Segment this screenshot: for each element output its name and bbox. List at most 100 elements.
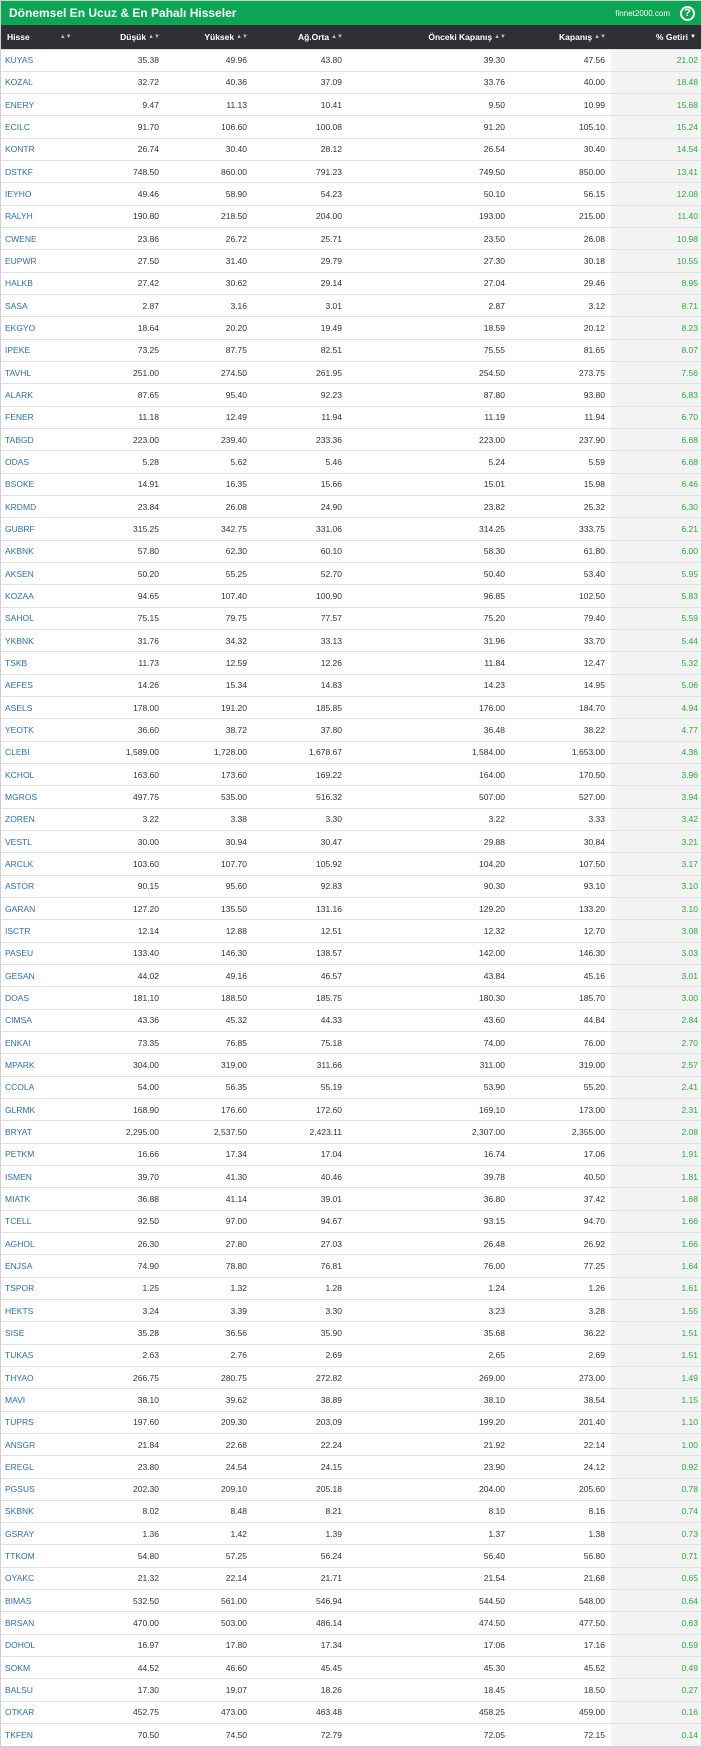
table-row[interactable]: BRYAT 2,295.00 2,537.50 2,423.11 2,307.00 2,3… <box>1 1120 701 1144</box>
table-row[interactable]: TSPOR 1.25 1.32 1.28 1.24 1.26 1.61 <box>1 1277 701 1300</box>
table-row[interactable]: TCELL 92.50 97.00 94.67 93.15 94.70 1.66 <box>1 1210 701 1233</box>
cell-symbol[interactable]: TUPRS <box>1 1411 65 1433</box>
cell-symbol[interactable]: KCHOL <box>1 764 65 786</box>
table-row[interactable]: ALARK 87.65 95.40 92.23 87.80 93.80 6.83 <box>1 383 701 407</box>
table-row[interactable]: GESAN 44.02 49.16 46.57 43.84 45.16 3.01 <box>1 964 701 987</box>
cell-symbol[interactable]: SASA <box>1 295 65 317</box>
table-row[interactable]: SASA 2.87 3.16 3.01 2.87 3.12 8.71 <box>1 294 701 317</box>
table-row[interactable]: MGROS 497.75 535.00 516.32 507.00 527.00 3.94 <box>1 785 701 809</box>
cell-symbol[interactable]: ISCTR <box>1 920 65 942</box>
table-row[interactable]: SISE 35.28 36.56 35.90 35.68 36.22 1.51 <box>1 1321 701 1345</box>
cell-symbol[interactable]: YKBNK <box>1 630 65 652</box>
cell-symbol[interactable]: THYAO <box>1 1366 65 1388</box>
cell-symbol[interactable]: EREGL <box>1 1456 65 1478</box>
cell-symbol[interactable]: CCOLA <box>1 1076 65 1098</box>
table-row[interactable]: TABGD 223.00 239.40 233.36 223.00 237.90 6.68 <box>1 428 701 451</box>
table-row[interactable]: HALKB 27.42 30.62 29.14 27.04 29.46 8.95 <box>1 272 701 295</box>
cell-symbol[interactable]: KRDMD <box>1 496 65 518</box>
cell-symbol[interactable]: DOHOL <box>1 1634 65 1656</box>
table-row[interactable]: TSKB 11.73 12.59 12.26 11.84 12.47 5.32 <box>1 651 701 675</box>
table-row[interactable]: AGHOL 26.30 27.80 27.03 26.48 26.92 1.66 <box>1 1232 701 1255</box>
table-row[interactable]: GSRAY 1.36 1.42 1.39 1.37 1.38 0.73 <box>1 1522 701 1545</box>
table-row[interactable]: ISCTR 12.14 12.88 12.51 12.32 12.70 3.08 <box>1 919 701 943</box>
cell-symbol[interactable]: GESAN <box>1 964 65 986</box>
table-row[interactable]: GLRMK 168.90 176.60 172.60 169.10 173.00 2.31 <box>1 1098 701 1121</box>
table-row[interactable]: SAHOL 75.15 79.75 77.57 75.20 79.40 5.59 <box>1 607 701 630</box>
table-row[interactable]: ANSGR 21.84 22.68 22.24 21.92 22.14 1.00 <box>1 1433 701 1456</box>
cell-symbol[interactable]: KOZAA <box>1 585 65 607</box>
cell-symbol[interactable]: GSRAY <box>1 1523 65 1545</box>
cell-symbol[interactable]: BALSU <box>1 1679 65 1701</box>
cell-symbol[interactable]: AEFES <box>1 674 65 696</box>
cell-symbol[interactable]: AKSEN <box>1 563 65 585</box>
table-row[interactable]: OTKAR 452.75 473.00 463.48 458.25 459.00 0.16 <box>1 1701 701 1724</box>
cell-symbol[interactable]: TKFEN <box>1 1724 65 1746</box>
cell-symbol[interactable]: ASELS <box>1 697 65 719</box>
cell-symbol[interactable]: PGSUS <box>1 1478 65 1500</box>
cell-symbol[interactable]: AGHOL <box>1 1232 65 1254</box>
column-header-return[interactable]: % Getiri ▼ <box>611 25 701 49</box>
cell-symbol[interactable]: MPARK <box>1 1054 65 1076</box>
table-row[interactable]: KONTR 26.74 30.40 28.12 26.54 30.40 14.54 <box>1 138 701 161</box>
table-row[interactable]: MPARK 304.00 319.00 311.66 311.00 319.00 2.57 <box>1 1053 701 1077</box>
table-row[interactable]: ASTOR 90.15 95.60 92.83 90.30 93.10 3.10 <box>1 875 701 898</box>
table-row[interactable]: OYAKC 21.32 22.14 21.71 21.54 21.68 0.65 <box>1 1567 701 1590</box>
table-row[interactable]: TKFEN 70.50 74.50 72.79 72.05 72.15 0.14 <box>1 1723 701 1746</box>
table-row[interactable]: CCOLA 54.00 56.35 55.19 53.90 55.20 2.41 <box>1 1076 701 1099</box>
table-row[interactable]: KOZAA 94.65 107.40 100.90 96.85 102.50 5.83 <box>1 584 701 608</box>
table-row[interactable]: MAVI 38.10 39.62 38.89 38.10 38.54 1.15 <box>1 1388 701 1412</box>
table-row[interactable]: EKGYO 18.64 20.20 19.49 18.59 20.12 8.23 <box>1 316 701 340</box>
cell-symbol[interactable]: AKBNK <box>1 540 65 562</box>
table-row[interactable]: EREGL 23.80 24.54 24.15 23.90 24.12 0.92 <box>1 1455 701 1478</box>
cell-symbol[interactable]: SOKM <box>1 1657 65 1679</box>
table-row[interactable]: TUKAS 2.63 2.76 2.69 2.65 2.69 1.51 <box>1 1344 701 1367</box>
table-row[interactable]: HEKTS 3.24 3.39 3.30 3.23 3.28 1.55 <box>1 1299 701 1322</box>
table-row[interactable]: AKSEN 50.20 55.25 52.70 50.40 53.40 5.95 <box>1 562 701 585</box>
table-row[interactable]: CIMSA 43.36 45.32 44.33 43.60 44.84 2.84 <box>1 1009 701 1032</box>
cell-symbol[interactable]: TSPOR <box>1 1277 65 1299</box>
table-row[interactable]: ECILC 91.70 106.60 100.08 91.20 105.10 15.24 <box>1 115 701 139</box>
cell-symbol[interactable]: ENERY <box>1 94 65 116</box>
cell-symbol[interactable]: ANSGR <box>1 1433 65 1455</box>
cell-symbol[interactable]: BRYAT <box>1 1121 65 1143</box>
table-row[interactable]: TAVHL 251.00 274.50 261.95 254.50 273.75 7.56 <box>1 361 701 384</box>
cell-symbol[interactable]: BRSAN <box>1 1612 65 1634</box>
table-row[interactable]: ENKAI 73.35 76.85 75.18 74.00 76.00 2.70 <box>1 1031 701 1054</box>
cell-symbol[interactable]: EUPWR <box>1 250 65 272</box>
cell-symbol[interactable]: IPEKE <box>1 339 65 361</box>
cell-symbol[interactable]: ENJSA <box>1 1255 65 1277</box>
table-row[interactable]: PGSUS 202.30 209.10 205.18 204.00 205.60 0.78 <box>1 1478 701 1501</box>
cell-symbol[interactable]: ARCLK <box>1 853 65 875</box>
table-row[interactable]: PASEU 133.40 146.30 138.57 142.00 146.30 3.03 <box>1 942 701 965</box>
cell-symbol[interactable]: HEKTS <box>1 1299 65 1321</box>
cell-symbol[interactable]: OYAKC <box>1 1567 65 1589</box>
help-icon[interactable]: ? <box>680 5 695 21</box>
cell-symbol[interactable]: FENER <box>1 406 65 428</box>
cell-symbol[interactable]: MAVI <box>1 1389 65 1411</box>
table-row[interactable]: ENJSA 74.90 78.80 76.81 76.00 77.25 1.64 <box>1 1254 701 1278</box>
table-row[interactable]: AKBNK 57.80 62.30 60.10 58.30 61.80 6.00 <box>1 540 701 563</box>
cell-symbol[interactable]: SISE <box>1 1322 65 1344</box>
table-row[interactable]: ENERY 9.47 11.13 10.41 9.50 10.99 15.68 <box>1 93 701 116</box>
column-header-low[interactable]: Düşük ▲▼ <box>65 25 165 49</box>
table-row[interactable]: RALYH 190.80 218.50 204.00 193.00 215.00 11.40 <box>1 205 701 228</box>
cell-symbol[interactable]: HALKB <box>1 272 65 294</box>
cell-symbol[interactable]: TAVHL <box>1 362 65 384</box>
table-row[interactable]: SKBNK 8.02 8.48 8.21 8.10 8.16 0.74 <box>1 1500 701 1523</box>
cell-symbol[interactable]: ASTOR <box>1 875 65 897</box>
cell-symbol[interactable]: ECILC <box>1 116 65 138</box>
cell-symbol[interactable]: SAHOL <box>1 607 65 629</box>
table-row[interactable]: ZOREN 3.22 3.38 3.30 3.22 3.33 3.42 <box>1 808 701 831</box>
cell-symbol[interactable]: ZOREN <box>1 808 65 830</box>
cell-symbol[interactable]: YEOTK <box>1 719 65 741</box>
table-row[interactable]: BRSAN 470.00 503.00 486.14 474.50 477.50 0.63 <box>1 1611 701 1635</box>
table-row[interactable]: ISMEN 39.70 41.30 40.46 39.78 40.50 1.81 <box>1 1165 701 1188</box>
table-row[interactable]: VESTL 30.00 30.94 30.47 29.88 30.84 3.21 <box>1 830 701 853</box>
cell-symbol[interactable]: OTKAR <box>1 1701 65 1723</box>
cell-symbol[interactable]: TTKOM <box>1 1545 65 1567</box>
cell-symbol[interactable]: BSOKE <box>1 473 65 495</box>
cell-symbol[interactable]: MGROS <box>1 786 65 808</box>
cell-symbol[interactable]: TUKAS <box>1 1344 65 1366</box>
table-row[interactable]: YKBNK 31.76 34.32 33.13 31.96 33.70 5.44 <box>1 629 701 652</box>
table-row[interactable]: DOHOL 16.97 17.80 17.34 17.06 17.16 0.59 <box>1 1634 701 1657</box>
